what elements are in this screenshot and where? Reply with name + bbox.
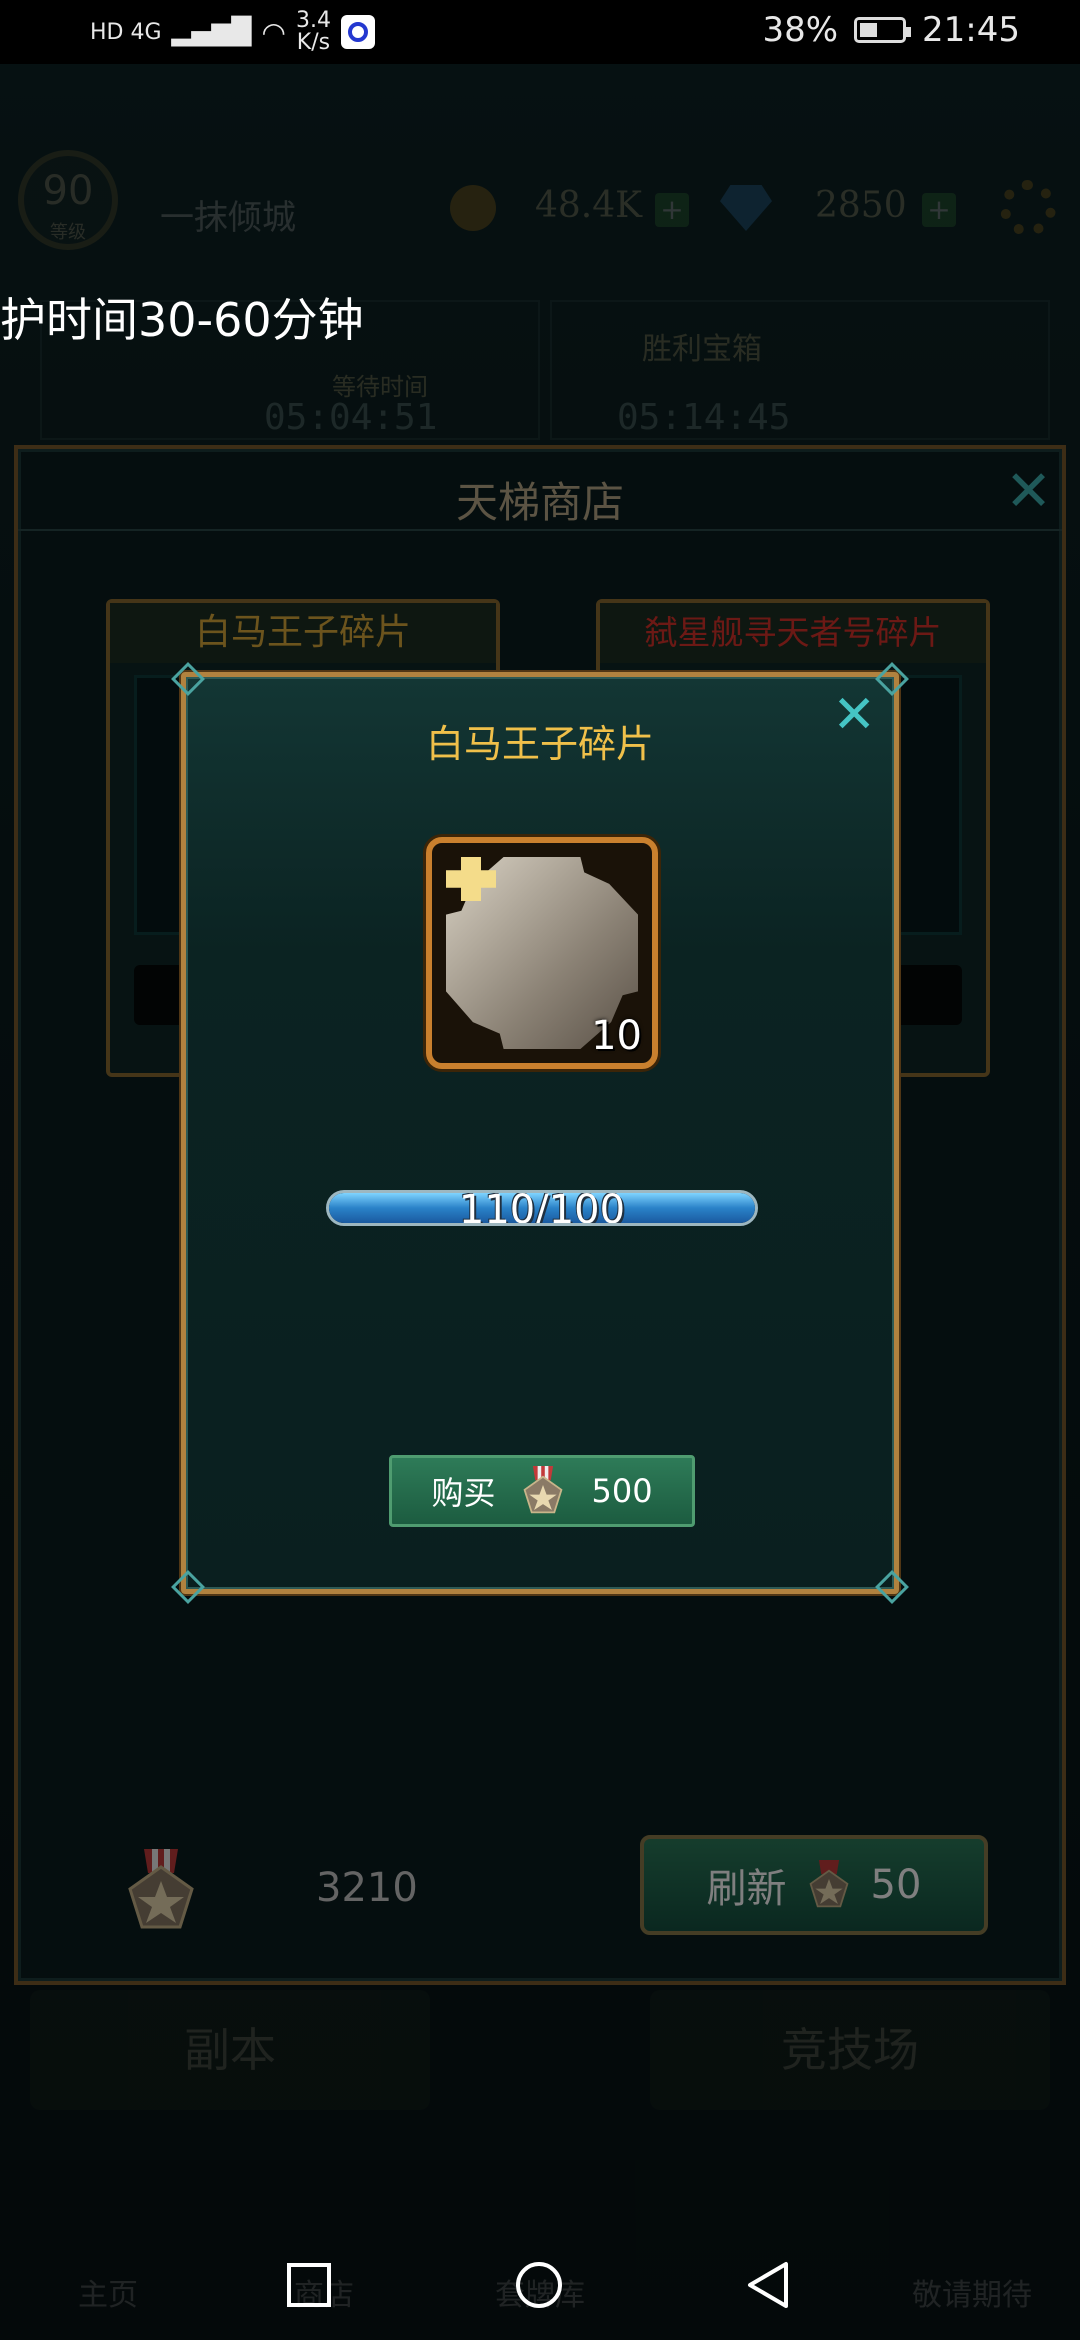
recent-apps-icon[interactable] [284, 2260, 334, 2310]
app-notification-icon [340, 15, 375, 49]
progress-text: 110/100 [458, 1190, 626, 1226]
item-quantity: 10 [591, 1013, 642, 1059]
buy-cost: 500 [591, 1472, 653, 1510]
system-nav-bar [0, 2232, 1080, 2340]
item-detail-modal: 白马王子碎片 ✕ 10 110/100 购买 500 [171, 662, 909, 1604]
battery-percent: 38% [762, 10, 839, 50]
clock: 21:45 [922, 10, 1020, 50]
status-right: 38% 21:45 [762, 10, 1020, 50]
back-icon[interactable] [744, 2260, 794, 2310]
battery-icon [854, 17, 912, 43]
speed-indicator: 3.4 K/s [296, 10, 331, 54]
buy-button[interactable]: 购买 500 [389, 1455, 695, 1527]
modal-title: 白马王子碎片 [425, 722, 654, 766]
network-indicator: HD 4G [90, 19, 162, 45]
signal-icon: ▂▄▆█ [171, 17, 252, 47]
medal-icon [523, 1466, 563, 1514]
speed-value: 3.4 [295, 8, 331, 33]
status-left: HD 4G ▂▄▆█ ◠ 3.4 K/s [90, 10, 375, 54]
wifi-icon: ◠ [261, 15, 286, 49]
maintenance-notice: 护时间30-60分钟 [0, 293, 364, 347]
status-bar: HD 4G ▂▄▆█ ◠ 3.4 K/s 38% 21:45 [0, 0, 1080, 64]
close-icon[interactable]: ✕ [832, 685, 876, 745]
speed-unit: K/s [296, 30, 331, 55]
buy-label: 购买 [431, 1474, 496, 1512]
item-fragment-icon: 10 [426, 837, 658, 1069]
home-icon[interactable] [514, 2260, 564, 2310]
fragment-progress-bar: 110/100 [326, 1190, 758, 1226]
